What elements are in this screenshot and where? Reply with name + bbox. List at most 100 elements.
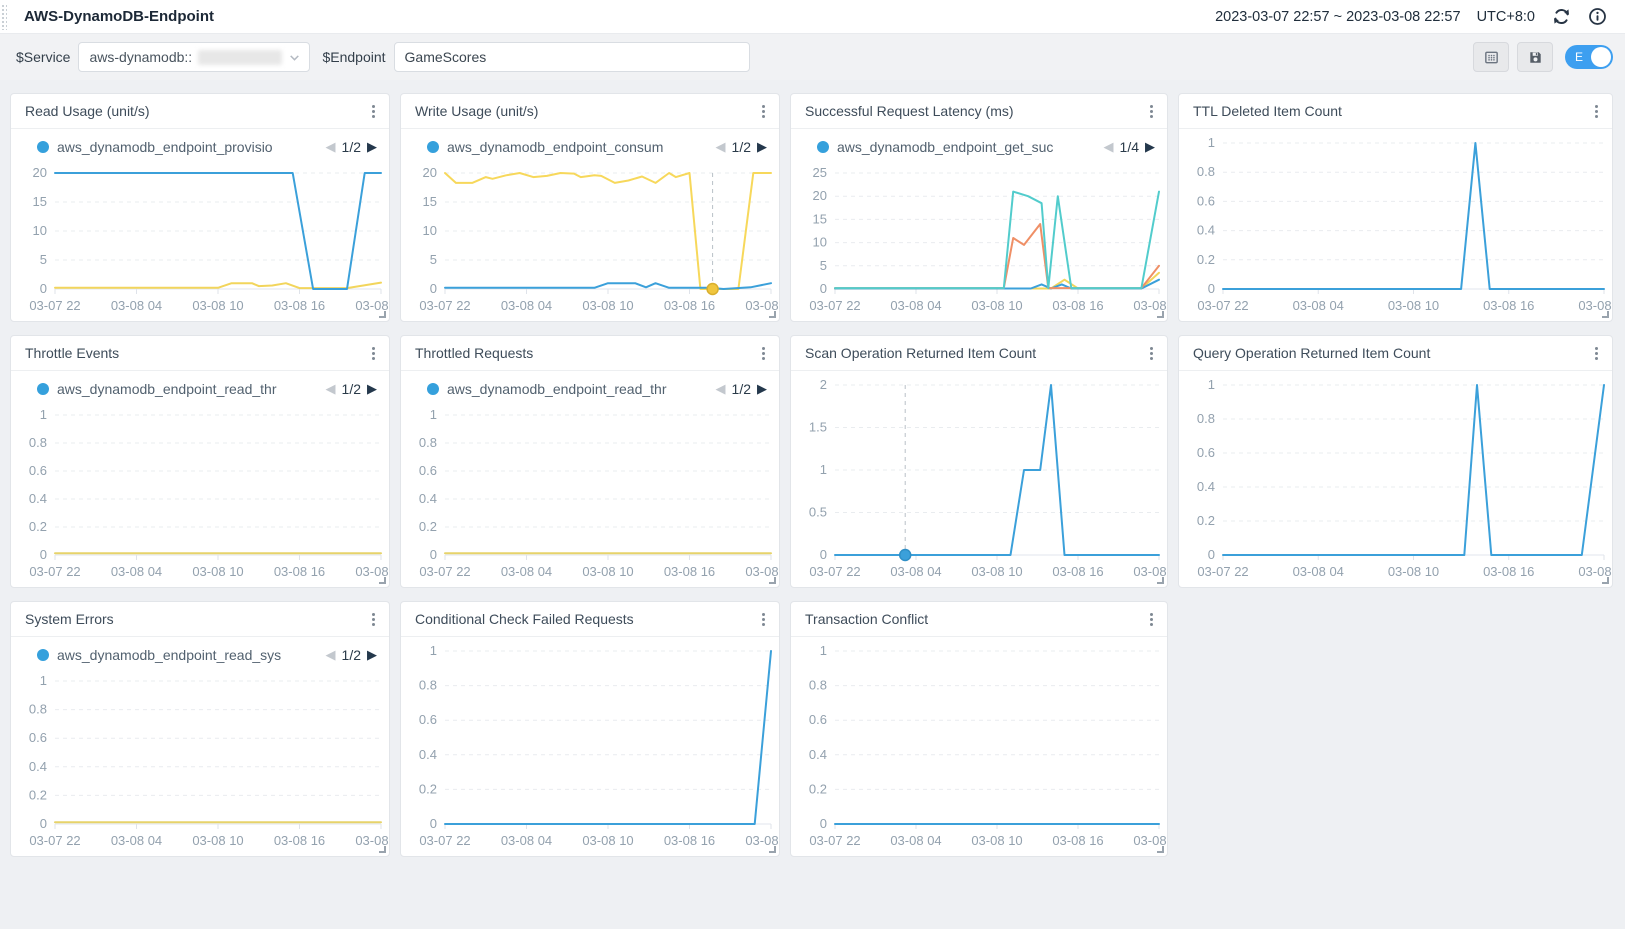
svg-text:1.5: 1.5 [809,420,827,435]
svg-text:03-08 04: 03-08 04 [501,833,552,848]
refresh-icon[interactable] [1551,7,1571,27]
legend-next-icon[interactable]: ▶ [757,139,767,155]
svg-text:03-08 04: 03-08 04 [111,298,162,313]
svg-text:15: 15 [813,211,827,226]
axis-labels: 10.80.60.40.2003-07 2203-08 0403-08 1003… [1197,377,1612,579]
axis-labels: 10.80.60.40.2003-07 2203-08 0403-08 1003… [419,643,779,848]
svg-text:0.6: 0.6 [29,463,47,478]
legend-pager: ◀1/2▶ [326,381,377,397]
kebab-menu-icon[interactable] [370,609,377,630]
panel-title: Successful Request Latency (ms) [805,103,1014,119]
service-variable-label: $Service [16,49,70,65]
time-range-picker[interactable]: 2023-03-07 22:57 ~ 2023-03-08 22:57 [1215,9,1461,25]
panel-resize-handle[interactable] [769,311,776,318]
svg-text:03-08 04: 03-08 04 [1293,298,1344,313]
legend-series-dot[interactable] [427,383,439,395]
sidebar-drag-handle-icon[interactable] [1,4,7,30]
legend-prev-icon[interactable]: ◀ [1104,139,1114,155]
panel-resize-handle[interactable] [1602,577,1609,584]
legend-series-dot[interactable] [427,141,439,153]
table-view-button[interactable] [1473,42,1509,72]
svg-text:03-08 04: 03-08 04 [501,564,552,579]
svg-text:0.2: 0.2 [419,781,437,796]
svg-text:03-07 22: 03-07 22 [419,833,470,848]
panel-resize-handle[interactable] [1157,846,1164,853]
panel-resize-handle[interactable] [379,846,386,853]
panel-resize-handle[interactable] [379,577,386,584]
legend-next-icon[interactable]: ▶ [367,647,377,663]
kebab-menu-icon[interactable] [760,101,767,122]
kebab-menu-icon[interactable] [1148,101,1155,122]
panel-resize-handle[interactable] [769,577,776,584]
legend-prev-icon[interactable]: ◀ [326,139,336,155]
info-icon[interactable] [1587,7,1607,27]
legend-next-icon[interactable]: ▶ [757,381,767,397]
svg-text:1: 1 [40,673,47,688]
svg-text:03-08 10: 03-08 10 [971,564,1022,579]
svg-text:0.5: 0.5 [809,505,827,520]
legend-page-indicator: 1/4 [1120,139,1139,155]
svg-text:5: 5 [820,258,827,273]
kebab-menu-icon[interactable] [1593,343,1600,364]
svg-text:03-07 22: 03-07 22 [419,298,470,313]
kebab-menu-icon[interactable] [370,343,377,364]
panel-resize-handle[interactable] [1602,311,1609,318]
legend-prev-icon[interactable]: ◀ [716,139,726,155]
panel-resize-handle[interactable] [1157,311,1164,318]
legend-series-dot[interactable] [37,383,49,395]
legend-series-label[interactable]: aws_dynamodb_endpoint_read_thr [57,381,320,397]
kebab-menu-icon[interactable] [1593,101,1600,122]
kebab-menu-icon[interactable] [760,343,767,364]
svg-text:03-07 22: 03-07 22 [29,298,80,313]
kebab-menu-icon[interactable] [1148,343,1155,364]
kebab-menu-icon[interactable] [1148,609,1155,630]
svg-text:03-08 10: 03-08 10 [582,833,633,848]
legend-row: aws_dynamodb_endpoint_consum◀1/2▶ [401,129,779,159]
legend-series-dot[interactable] [37,141,49,153]
svg-text:0.8: 0.8 [809,678,827,693]
kebab-menu-icon[interactable] [760,609,767,630]
legend-next-icon[interactable]: ▶ [367,139,377,155]
chevron-down-icon [288,51,301,64]
svg-text:0: 0 [1208,547,1215,562]
legend-series-label[interactable]: aws_dynamodb_endpoint_read_sys [57,647,320,663]
svg-text:10: 10 [423,223,437,238]
save-button[interactable] [1517,42,1553,72]
legend-prev-icon[interactable]: ◀ [326,381,336,397]
chart-panel-scan-operation-returned-item-count: Scan Operation Returned Item Count21.510… [790,335,1168,588]
legend-pager: ◀1/2▶ [716,381,767,397]
svg-text:0: 0 [820,816,827,831]
svg-text:0.4: 0.4 [29,491,47,506]
edit-mode-toggle[interactable]: E [1565,45,1613,69]
timezone-label[interactable]: UTC+8:0 [1477,9,1535,25]
kebab-menu-icon[interactable] [370,101,377,122]
legend-next-icon[interactable]: ▶ [1145,139,1155,155]
grid-lines [55,173,381,294]
axis-labels: 10.80.60.40.2003-07 2203-08 0403-08 1003… [1197,135,1612,313]
legend-next-icon[interactable]: ▶ [367,381,377,397]
svg-text:03-08 16: 03-08 16 [1483,564,1534,579]
chart-panel-throttle-events: Throttle Events aws_dynamodb_endpoint_rea… [10,335,390,588]
endpoint-variable-label: $Endpoint [322,49,385,65]
svg-text:03-07 22: 03-07 22 [809,298,860,313]
legend-series-label[interactable]: aws_dynamodb_endpoint_read_thr [447,381,710,397]
panel-header: Throttle Events [11,336,389,371]
legend-series-dot[interactable] [817,141,829,153]
panel-resize-handle[interactable] [379,311,386,318]
legend-series-label[interactable]: aws_dynamodb_endpoint_get_suc [837,139,1098,155]
chart-canvas: 10.80.60.40.2003-07 2203-08 0403-08 1003… [791,637,1167,856]
service-select[interactable]: aws-dynamodb:: [78,42,310,72]
legend-series-label[interactable]: aws_dynamodb_endpoint_provisio [57,139,320,155]
endpoint-input[interactable] [394,42,750,72]
svg-text:0.2: 0.2 [419,519,437,534]
panel-resize-handle[interactable] [1157,577,1164,584]
panel-resize-handle[interactable] [769,846,776,853]
legend-prev-icon[interactable]: ◀ [716,381,726,397]
svg-text:03-08 04: 03-08 04 [1293,564,1344,579]
svg-text:03-08 16: 03-08 16 [1052,564,1103,579]
legend-prev-icon[interactable]: ◀ [326,647,336,663]
legend-series-dot[interactable] [37,649,49,661]
legend-series-label[interactable]: aws_dynamodb_endpoint_consum [447,139,710,155]
save-icon [1527,49,1544,66]
svg-text:03-08 16: 03-08 16 [274,298,325,313]
